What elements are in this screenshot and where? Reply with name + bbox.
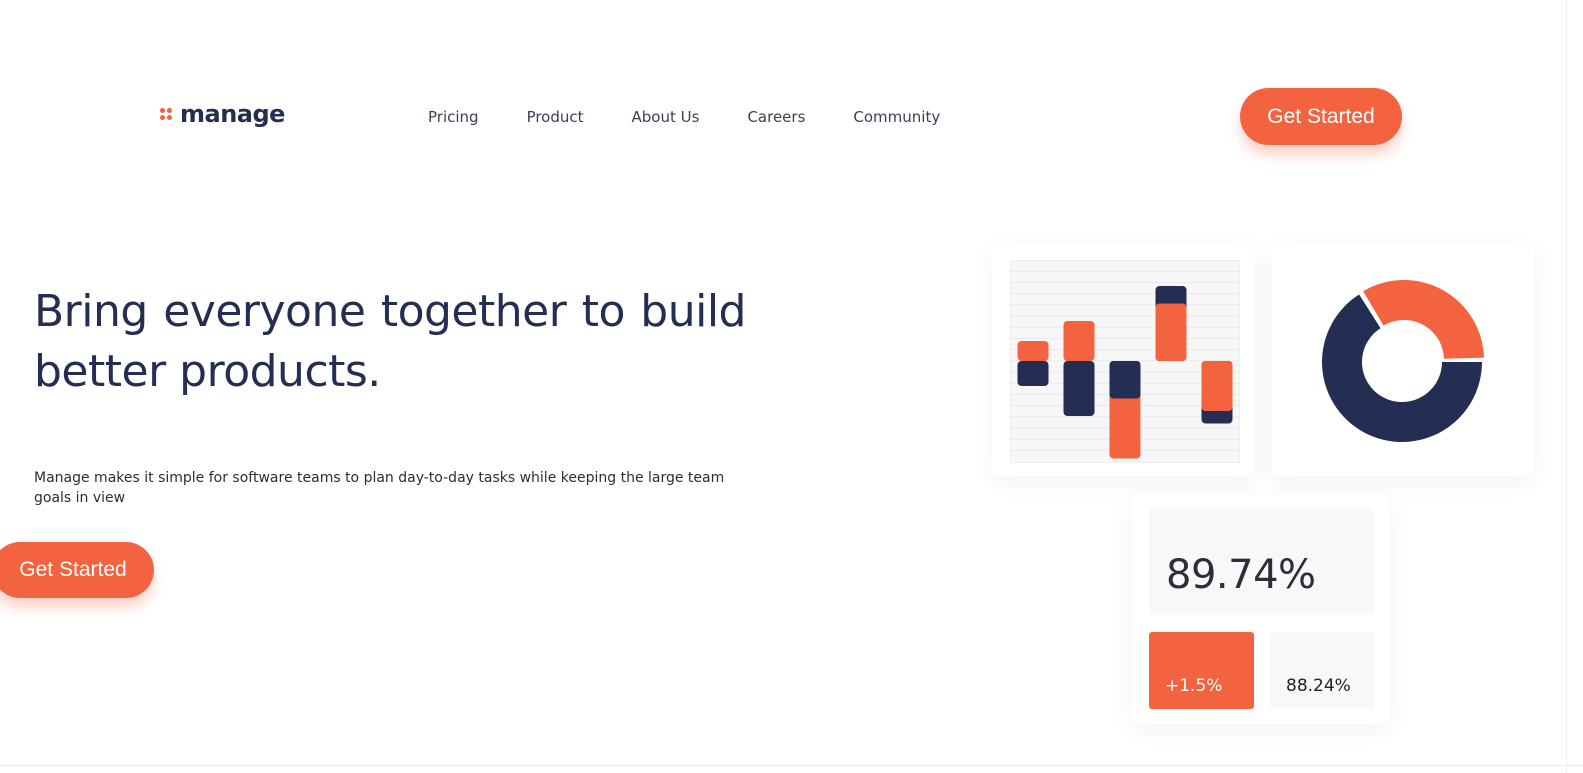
page-divider xyxy=(0,765,1583,766)
header-get-started-button[interactable]: Get Started xyxy=(1240,88,1402,145)
donut-chart-illustration xyxy=(1322,280,1484,442)
orange-bar xyxy=(1201,361,1233,411)
hero-subtext: Manage makes it simple for software team… xyxy=(34,470,725,506)
logo-mark-icon xyxy=(160,106,174,122)
change-stat-tile: +1.5% xyxy=(1149,632,1254,709)
logo-text: manage xyxy=(180,100,285,128)
hero-get-started-button[interactable]: Get Started xyxy=(0,542,154,598)
orange-bar xyxy=(1155,303,1187,361)
nav-link-pricing[interactable]: Pricing xyxy=(428,106,479,128)
navy-bar xyxy=(1063,361,1095,416)
logo[interactable]: manage xyxy=(160,98,285,130)
main-stat-value: 89.74% xyxy=(1166,552,1316,598)
donut-chart-card xyxy=(1272,244,1534,476)
nav-link-about-us[interactable]: About Us xyxy=(632,106,700,128)
bar-chart-card xyxy=(992,244,1255,476)
nav-link-community[interactable]: Community xyxy=(853,106,940,128)
bar-chart-illustration xyxy=(1010,260,1240,463)
secondary-stat-tile: 88.24% xyxy=(1270,632,1374,709)
nav-link-careers[interactable]: Careers xyxy=(747,106,805,128)
main-stat-tile: 89.74% xyxy=(1149,508,1374,615)
stats-card: 89.74% +1.5% 88.24% xyxy=(1132,494,1390,724)
change-stat-value: +1.5% xyxy=(1165,676,1223,696)
orange-bar xyxy=(1017,341,1049,361)
secondary-stat-value: 88.24% xyxy=(1286,676,1351,696)
navy-bar xyxy=(1109,361,1141,399)
navy-bar xyxy=(1017,361,1049,386)
landing-page: manage Pricing Product About Us Careers … xyxy=(0,0,1583,773)
donut-orange-segment xyxy=(1363,280,1484,359)
main-nav: Pricing Product About Us Careers Communi… xyxy=(428,106,940,128)
scrollbar-edge xyxy=(1566,0,1567,773)
nav-link-product[interactable]: Product xyxy=(527,106,584,128)
hero-headline: Bring everyone together to build better … xyxy=(34,286,747,397)
orange-bar xyxy=(1063,321,1095,361)
